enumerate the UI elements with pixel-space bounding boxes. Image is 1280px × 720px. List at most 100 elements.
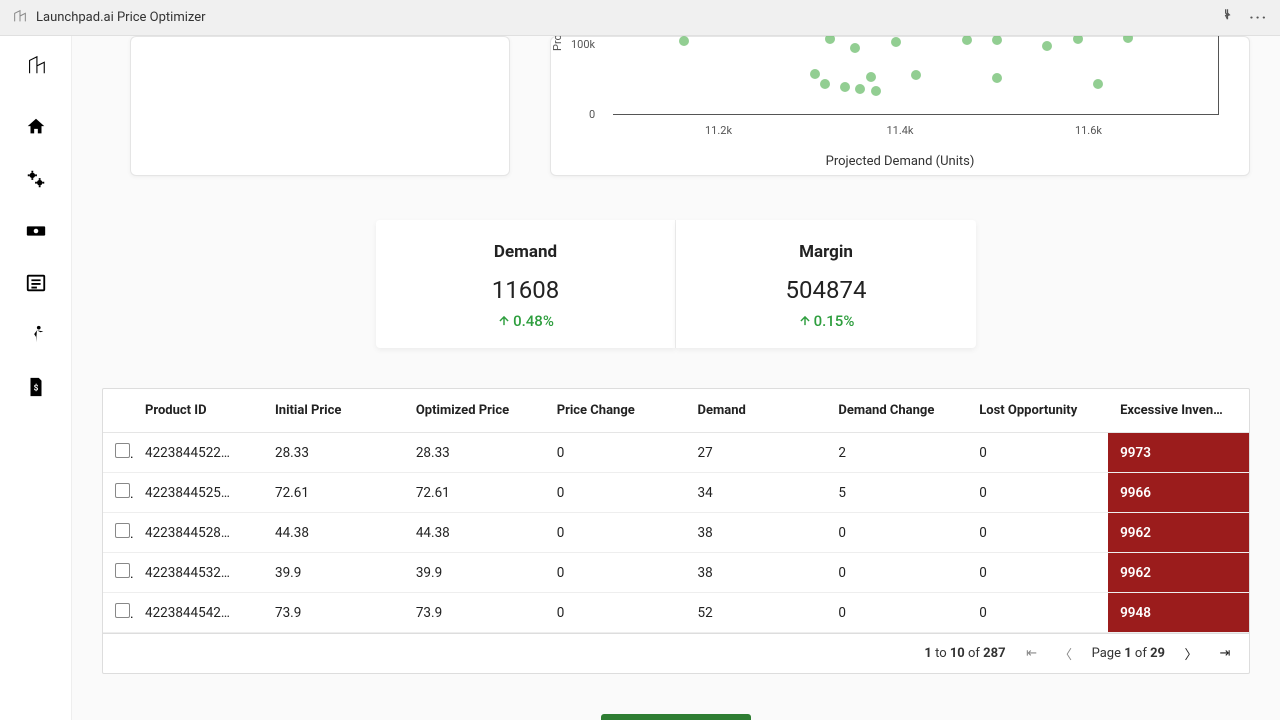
range-total: 287 [983, 646, 1005, 661]
scatter-point [855, 84, 865, 94]
cell-optimized-price: 72.61 [404, 473, 545, 513]
row-checkbox[interactable] [115, 443, 130, 458]
table-row[interactable]: 4223844532…39.939.9038009962 [103, 553, 1249, 593]
table-row[interactable]: 4223844522…28.3328.33027209973 [103, 433, 1249, 473]
cell-optimized-price: 39.9 [404, 553, 545, 593]
cell-initial-price: 72.61 [263, 473, 404, 513]
cell-initial-price: 73.9 [263, 593, 404, 633]
scatter-point [1093, 79, 1103, 89]
kpi-margin-value: 504874 [686, 276, 966, 304]
page-of-label: of [1135, 646, 1147, 661]
col-initial-price[interactable]: Initial Price [263, 389, 404, 433]
row-range: 1 to 10 of 287 [924, 646, 1005, 661]
of-label: of [968, 646, 980, 661]
page-indicator: Page 1 of 29 [1092, 646, 1165, 661]
scatter-chart-card: Proj 100k 0 11.2k 11.4k 11.6k Projected … [550, 36, 1250, 176]
cell-demand: 38 [686, 553, 827, 593]
cell-excessive-inventory: 9948 [1108, 593, 1249, 633]
app-logo-icon [12, 8, 28, 28]
settings-icon[interactable] [25, 168, 47, 190]
invoice-icon[interactable]: $ [25, 376, 47, 398]
scatter-point [825, 36, 835, 44]
scatter-point [866, 72, 876, 82]
row-checkbox[interactable] [115, 523, 130, 538]
cell-price-change: 0 [545, 553, 686, 593]
cell-optimized-price: 73.9 [404, 593, 545, 633]
pager-prev-icon[interactable]: 〈 [1058, 644, 1074, 663]
pager-first-icon[interactable]: ⇤ [1024, 646, 1040, 661]
cell-price-change: 0 [545, 513, 686, 553]
list-icon[interactable] [25, 272, 47, 294]
scatter-point [1042, 41, 1052, 51]
range-to: 10 [950, 646, 965, 661]
col-demand[interactable]: Demand [686, 389, 827, 433]
page-total: 29 [1150, 646, 1165, 661]
table-row[interactable]: 4223844542…73.973.9052009948 [103, 593, 1249, 633]
arrow-up-icon [798, 314, 812, 328]
scatter-point [871, 86, 881, 96]
sidebar-logo-icon[interactable] [25, 54, 47, 76]
pager-next-icon[interactable]: 〉 [1183, 644, 1199, 663]
cell-optimized-price: 28.33 [404, 433, 545, 473]
scatter-point [962, 36, 972, 45]
scatter-point [810, 69, 820, 79]
sidebar: $ [0, 36, 72, 720]
scatter-ytick-100k: 100k [571, 38, 595, 51]
col-price-change[interactable]: Price Change [545, 389, 686, 433]
cell-optimized-price: 44.38 [404, 513, 545, 553]
empty-card [130, 36, 510, 176]
cell-product-id: 4223844522… [133, 433, 263, 473]
cell-price-change: 0 [545, 473, 686, 513]
kpi-demand-value: 11608 [386, 276, 665, 304]
cell-excessive-inventory: 9962 [1108, 513, 1249, 553]
scatter-xtick-1: 11.2k [705, 124, 732, 137]
kpi-demand-delta: 0.48% [386, 312, 665, 330]
row-checkbox[interactable] [115, 603, 130, 618]
cell-product-id: 4223844525… [133, 473, 263, 513]
scatter-point [840, 82, 850, 92]
more-icon[interactable]: ··· [1249, 10, 1268, 26]
pager-last-icon[interactable]: ⇥ [1217, 646, 1233, 661]
scatter-point [850, 43, 860, 53]
col-optimized-price[interactable]: Optimized Price [404, 389, 545, 433]
row-checkbox[interactable] [115, 483, 130, 498]
money-icon[interactable] [25, 220, 47, 242]
product-table: Product ID Initial Price Optimized Price… [102, 388, 1250, 674]
cell-initial-price: 39.9 [263, 553, 404, 593]
cell-demand-change: 0 [826, 593, 967, 633]
table-row[interactable]: 4223844525…72.6172.61034509966 [103, 473, 1249, 513]
download-csv-button[interactable]: Download CSV [601, 714, 752, 720]
scatter-xtick-3: 11.6k [1075, 124, 1102, 137]
kpi-margin: Margin 504874 0.15% [676, 220, 976, 348]
scatter-point [1073, 36, 1083, 44]
cell-product-id: 4223844528… [133, 513, 263, 553]
cell-lost-opportunity: 0 [967, 433, 1108, 473]
pin-icon[interactable] [1220, 8, 1235, 27]
cell-demand: 52 [686, 593, 827, 633]
cell-price-change: 0 [545, 433, 686, 473]
table-row[interactable]: 4223844528…44.3844.38038009962 [103, 513, 1249, 553]
kpi-margin-delta-value: 0.15% [814, 312, 855, 330]
cell-demand-change: 5 [826, 473, 967, 513]
cell-lost-opportunity: 0 [967, 513, 1108, 553]
kpi-demand: Demand 11608 0.48% [376, 220, 676, 348]
home-icon[interactable] [25, 116, 47, 138]
row-checkbox[interactable] [115, 563, 130, 578]
col-demand-change[interactable]: Demand Change [826, 389, 967, 433]
col-product-id[interactable]: Product ID [133, 389, 263, 433]
scatter-point [992, 73, 1002, 83]
scatter-area [613, 37, 1219, 115]
scatter-point [911, 70, 921, 80]
col-excessive-inventory[interactable]: Excessive Inven… [1108, 389, 1249, 433]
cell-excessive-inventory: 9966 [1108, 473, 1249, 513]
running-icon[interactable] [25, 324, 47, 346]
scatter-point [1123, 36, 1133, 43]
arrow-up-icon [497, 314, 511, 328]
kpi-margin-title: Margin [686, 242, 966, 262]
cell-initial-price: 28.33 [263, 433, 404, 473]
col-lost-opportunity[interactable]: Lost Opportunity [967, 389, 1108, 433]
kpi-margin-delta: 0.15% [686, 312, 966, 330]
cell-demand-change: 2 [826, 433, 967, 473]
cell-lost-opportunity: 0 [967, 553, 1108, 593]
cell-price-change: 0 [545, 593, 686, 633]
